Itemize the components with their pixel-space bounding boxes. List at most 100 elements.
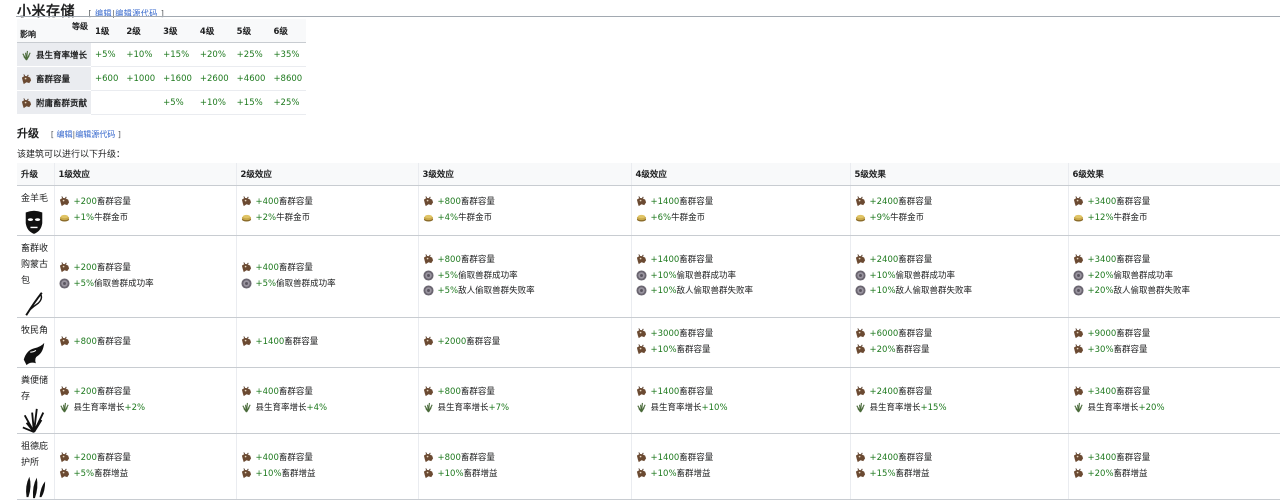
effect-label: 畜群容量 <box>679 197 714 207</box>
effect-label: 畜群增益 <box>281 468 316 479</box>
effect-label: 畜群容量 <box>460 387 495 397</box>
effect-value: +10% <box>650 270 677 281</box>
feathers-icon <box>21 473 47 499</box>
effect-label: 敌人偷取兽群失败率 <box>676 286 754 297</box>
effect-label: 畜群容量 <box>895 344 930 355</box>
effect-label: 畜群容量 <box>1113 344 1148 355</box>
cattle-icon <box>636 386 647 397</box>
effect-cell: +2400畜群容量 +15%畜群增益 <box>850 433 1069 500</box>
effect-value: +10% <box>650 344 677 355</box>
cattle-icon <box>241 196 252 207</box>
effect-value: +20% <box>1087 468 1114 479</box>
effect-label: 县生育率增长 <box>1087 402 1139 413</box>
effect-value: +5% <box>437 270 459 281</box>
effect-line: +3400畜群容量 <box>1073 451 1276 467</box>
effect-value: +10% <box>650 468 677 479</box>
cattle-icon <box>241 468 252 479</box>
effect-line: +2400畜群容量 <box>855 385 1064 401</box>
upgrades-intro: 该建筑可以进行以下升级： <box>17 150 126 160</box>
effect-cell: +200畜群容量 +1%牛群金币 <box>54 185 237 236</box>
effect-value: +5% <box>73 468 95 479</box>
table-cell: +5% <box>91 42 123 67</box>
grass-icon <box>636 402 647 413</box>
level-column-header: 2级 <box>122 19 160 43</box>
row-header: 畜群容量 <box>17 66 92 91</box>
effect-cell: +9000畜群容量 +30%畜群容量 <box>1068 317 1280 368</box>
cattle-icon <box>1073 328 1084 339</box>
effect-line: +2400畜群容量 <box>855 451 1064 467</box>
grass-icon <box>423 402 434 413</box>
upgrade-column-header: 4级效应 <box>631 163 851 186</box>
edit-source-link[interactable]: 编辑源代码 <box>75 130 115 139</box>
effect-line: +9%牛群金币 <box>855 211 1064 227</box>
effect-cell: +2400畜群容量 县生育率增长+15% <box>850 367 1069 434</box>
effect-value: +400 <box>255 453 279 463</box>
effect-label: 畜群容量 <box>898 329 933 339</box>
cattle-icon <box>21 74 32 85</box>
effect-line: +10%畜群容量 <box>636 343 846 359</box>
effect-value: +2400 <box>869 453 899 463</box>
table-row: 畜群容量 +600 +1000 +1600 +2600 +4600 +8600 <box>17 66 307 91</box>
table-row: 粪便储存 +200畜群容量 县生育率增长+2% +400畜群容量 县生育率增长+4% +8… <box>17 367 1280 434</box>
effect-cell: +2000畜群容量 <box>418 317 632 368</box>
upgrade-name: 护所 <box>21 458 40 468</box>
effect-header: 影响 <box>20 30 36 39</box>
cattle-icon <box>21 98 32 109</box>
horn-icon <box>21 341 47 367</box>
row-header: 县生育率增长 <box>17 42 92 67</box>
effect-value: +1400 <box>650 387 680 397</box>
lasso-icon <box>21 291 47 317</box>
effect-value: +15% <box>869 468 896 479</box>
row-label: 附庸畜群贡献 <box>36 98 88 109</box>
effect-cell: +6000畜群容量 +20%畜群容量 <box>850 317 1069 368</box>
effect-value: +4% <box>306 402 328 413</box>
table-cell: +5% <box>159 90 196 115</box>
effect-label: 畜群增益 <box>463 468 498 479</box>
table-cell: +25% <box>269 90 307 115</box>
cattle-icon <box>636 344 647 355</box>
effect-line: +400畜群容量 <box>241 261 414 277</box>
effect-line: +1400畜群容量 <box>636 253 846 269</box>
effect-value: +3400 <box>1087 197 1117 207</box>
effect-value: +400 <box>255 263 279 273</box>
disc-icon <box>423 285 434 296</box>
cattle-icon <box>855 468 866 479</box>
table-cell: +600 <box>91 66 123 91</box>
effect-value: +400 <box>255 387 279 397</box>
coins-icon <box>855 212 866 223</box>
effect-line: +400畜群容量 <box>241 385 414 401</box>
effect-cell: +800畜群容量 +4%牛群金币 <box>418 185 632 236</box>
effect-label: 畜群容量 <box>460 197 495 207</box>
effect-line: +5%偷取兽群成功率 <box>59 277 232 293</box>
cattle-icon <box>855 344 866 355</box>
effect-cell: +200畜群容量 县生育率增长+2% <box>54 367 237 434</box>
effect-label: 畜群容量 <box>1116 197 1151 207</box>
effect-cell: +3000畜群容量 +10%畜群容量 <box>631 317 851 368</box>
mask-icon <box>21 209 47 235</box>
coins-icon <box>1073 212 1084 223</box>
edit-link[interactable]: 编辑 <box>57 130 73 139</box>
effect-line: 县生育率增长+20% <box>1073 401 1276 417</box>
effect-line: +20%偷取兽群成功率 <box>1073 269 1276 285</box>
upgrade-column-header: 5级效果 <box>850 163 1069 186</box>
effect-label: 牛群金币 <box>94 212 129 223</box>
effect-cell: +1400畜群容量 +10%畜群增益 <box>631 433 851 500</box>
effect-value: +2400 <box>869 387 899 397</box>
table-cell: +1600 <box>159 66 196 91</box>
effect-line: +20%畜群容量 <box>855 343 1064 359</box>
effect-cell: +800畜群容量 +10%畜群增益 <box>418 433 632 500</box>
cattle-icon <box>855 452 866 463</box>
level-column-header: 5级 <box>232 19 270 43</box>
effect-label: 畜群容量 <box>96 336 131 347</box>
section-heading-text: 小米存储 <box>17 4 75 20</box>
effect-label: 偷取兽群成功率 <box>94 278 154 289</box>
effect-value: +20% <box>1087 270 1114 281</box>
effect-line: +15%畜群增益 <box>855 467 1064 483</box>
effect-value: +3400 <box>1087 453 1117 463</box>
effect-line: +10%畜群增益 <box>423 467 627 483</box>
effect-line: +800畜群容量 <box>423 385 627 401</box>
effect-line: +800畜群容量 <box>423 253 627 269</box>
effect-label: 畜群增益 <box>895 468 930 479</box>
effect-cell: +2400畜群容量 +9%牛群金币 <box>850 185 1069 236</box>
table-cell: +15% <box>159 42 196 67</box>
